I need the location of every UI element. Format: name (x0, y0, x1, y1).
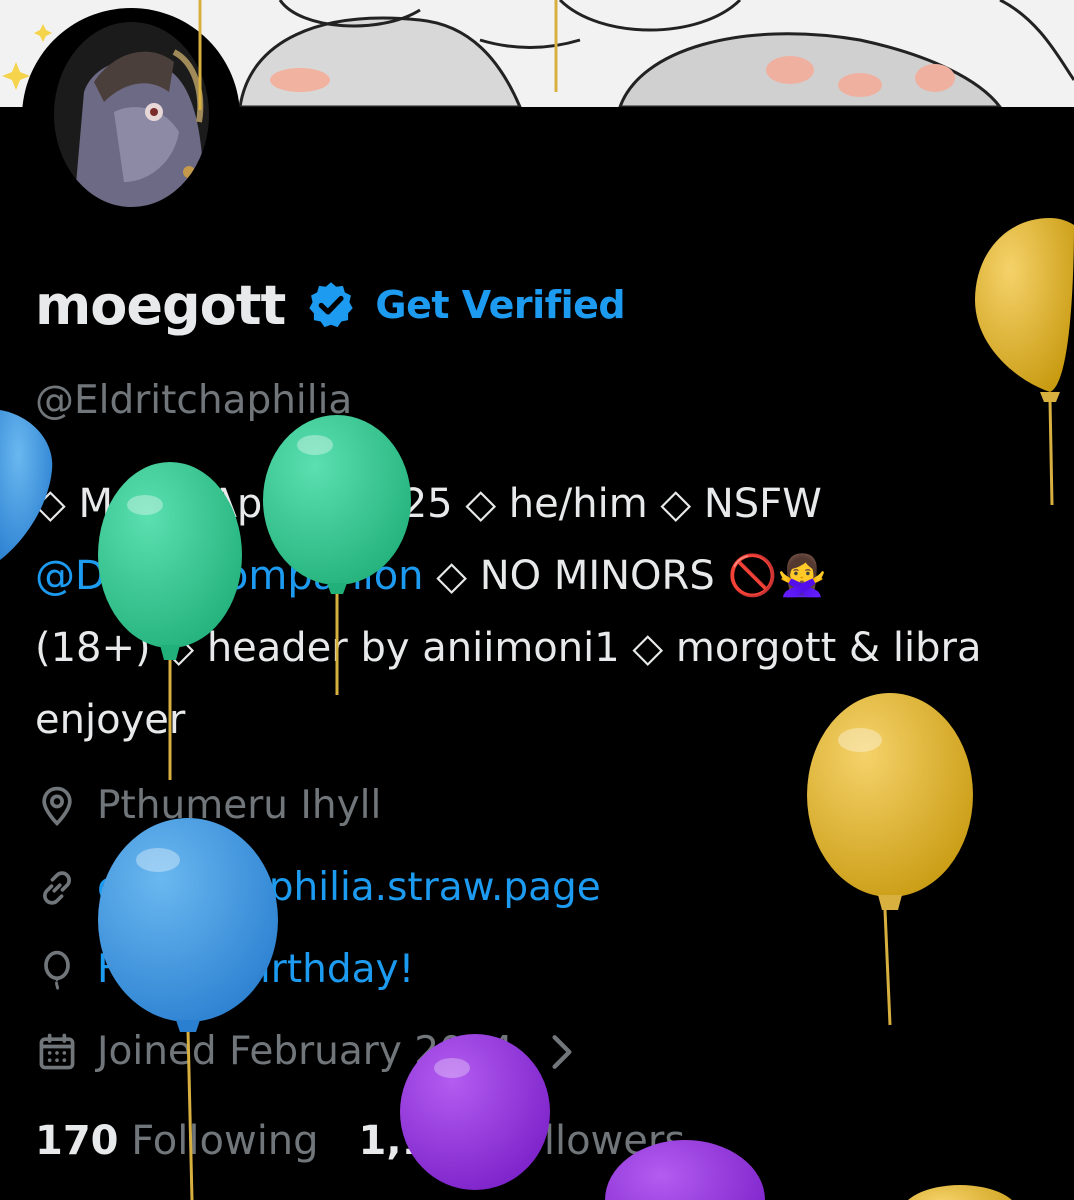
website-link[interactable]: eldritchaphilia.straw.page (97, 865, 601, 910)
balloon-icon (44, 950, 70, 990)
following-count: 170 (35, 1118, 119, 1164)
bio-line: enjoyer (35, 697, 186, 743)
followers-link[interactable]: 1,127 Followers (359, 1118, 686, 1164)
location-pin-icon (42, 786, 72, 826)
profile-website: eldritchaphilia.straw.page (35, 865, 601, 910)
profile-bio: ◇ Movel Aphilia ◇ 25 ◇ he/him ◇ NSFW @De… (35, 468, 1065, 756)
profile-name-row: moegott Get Verified (35, 270, 626, 340)
following-label: Following (131, 1118, 319, 1164)
profile-birthday: Happy birthday! (35, 947, 414, 992)
bio-line: (18+) ◇ header by aniimoni1 ◇ morgott & … (35, 625, 982, 671)
link-icon (43, 870, 71, 905)
following-link[interactable]: 170 Following (35, 1118, 319, 1164)
bio-text: ◇ NO MINORS 🚫🙅‍♀️ (423, 553, 828, 599)
profile-stats: 170 Following 1,127 Followers (35, 1118, 685, 1164)
get-verified-link[interactable]: Get Verified (375, 283, 625, 327)
verified-badge-icon[interactable] (305, 279, 357, 331)
joined-text: Joined February 2024 (97, 1029, 514, 1074)
location-text: Pthumeru Ihyll (97, 783, 382, 828)
avatar[interactable] (54, 22, 209, 207)
bio-line: @DeathCompanion ◇ NO MINORS 🚫🙅‍♀️ (35, 540, 1065, 612)
profile-handle: @Eldritchaphilia (35, 378, 353, 423)
bio-mention-link[interactable]: @DeathCompanion (35, 553, 424, 599)
calendar-icon (39, 1033, 75, 1069)
followers-count: 1,127 (358, 1118, 486, 1164)
birthday-link[interactable]: Happy birthday! (97, 947, 414, 992)
profile-joined[interactable]: Joined February 2024 (35, 1029, 602, 1074)
chevron-right-icon (551, 1034, 572, 1069)
profile-location: Pthumeru Ihyll (35, 783, 381, 828)
followers-label: Followers (497, 1118, 686, 1164)
bio-line: ◇ Movel Aphilia ◇ 25 ◇ he/him ◇ NSFW (35, 481, 822, 527)
display-name: moegott (35, 273, 286, 337)
